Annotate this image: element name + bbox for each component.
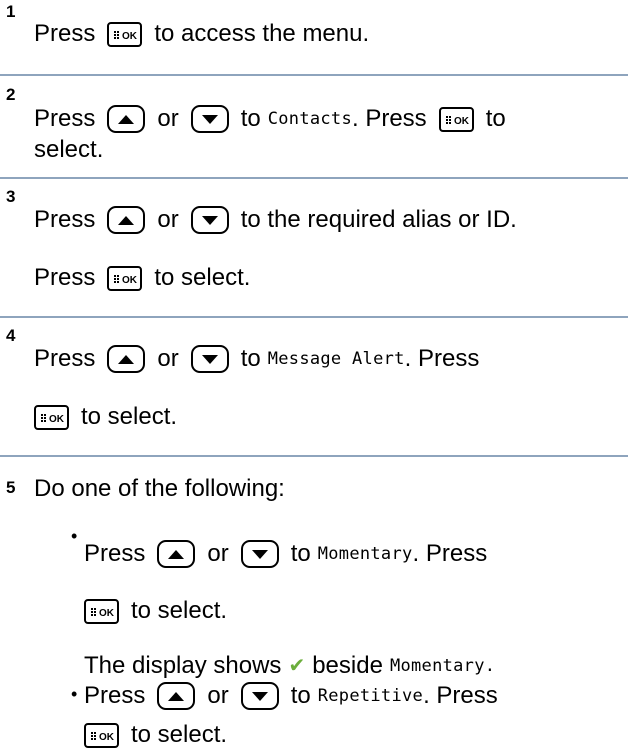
step-text: Press — [34, 264, 96, 291]
step-text: or — [157, 206, 179, 233]
bullet: • — [71, 684, 78, 704]
step-divider — [0, 177, 628, 179]
step-text: . Press — [352, 105, 427, 132]
step-text: to the required alias or ID. — [240, 206, 517, 233]
step-divider — [0, 316, 628, 318]
step-text: The display shows — [84, 652, 282, 679]
step-number: 5 — [6, 478, 16, 497]
menu-ok-key-icon: OK — [107, 265, 143, 291]
step-2-line-2: select. — [34, 135, 103, 165]
down-arrow-key-icon — [190, 105, 229, 133]
step-text: or — [157, 105, 179, 132]
step-number: 4 — [6, 326, 16, 345]
step-text: Press — [34, 105, 96, 132]
up-arrow-key-icon — [107, 105, 146, 133]
step-text: . Press — [404, 345, 480, 372]
step-text: to — [240, 345, 261, 372]
menu-ok-key-icon: OK — [34, 404, 69, 430]
step-divider — [0, 455, 628, 457]
step-text: to — [485, 105, 506, 132]
menu-ok-key-icon: OK — [84, 598, 119, 624]
step-text: to select. — [154, 264, 251, 291]
option-2-line: Press or to Repetitive . Press — [84, 681, 498, 711]
ok-label: OK — [122, 275, 138, 286]
checkmark-icon: ✔ — [288, 655, 306, 677]
step-text: Press — [34, 345, 96, 372]
down-arrow-key-icon — [190, 206, 229, 234]
option-1-display: The display shows ✔ beside Momentary. — [84, 651, 495, 681]
step-text: or — [207, 682, 229, 709]
step-divider — [0, 74, 628, 76]
step-4-line: Press or to Message Alert . Press — [34, 344, 479, 374]
step-3-line-2: Press OK to select. — [34, 263, 250, 293]
option-2-line-2: OK to select. — [84, 720, 227, 750]
step-text: to — [290, 682, 311, 709]
up-arrow-key-icon — [107, 206, 146, 234]
menu-target: Message Alert — [267, 349, 405, 369]
menu-target: Momentary. — [389, 656, 496, 676]
ok-label: OK — [99, 732, 115, 743]
step-4-line-2: OK to select. — [34, 402, 177, 432]
step-text: to — [240, 105, 261, 132]
menu-target: Contacts — [267, 109, 352, 129]
step-3-line: Press or to the required alias or ID. — [34, 205, 517, 235]
step-text: Do one of the following: — [34, 475, 285, 502]
step-text: to — [290, 540, 311, 567]
menu-ok-key-icon: OK — [84, 722, 119, 748]
step-text: or — [207, 540, 229, 567]
ok-label: OK — [49, 414, 65, 425]
up-arrow-key-icon — [107, 345, 146, 373]
step-number: 3 — [6, 187, 16, 206]
step-text: Press — [34, 20, 96, 47]
menu-target: Momentary — [317, 544, 413, 564]
down-arrow-key-icon — [240, 540, 279, 568]
down-arrow-key-icon — [190, 345, 229, 373]
option-1-line-2: OK to select. — [84, 596, 227, 626]
step-text: to select. — [81, 403, 178, 430]
bullet: • — [71, 526, 78, 546]
step-text: . Press — [412, 540, 488, 567]
up-arrow-key-icon — [157, 682, 196, 710]
menu-ok-key-icon: OK — [107, 21, 143, 47]
ok-label: OK — [122, 31, 138, 42]
step-2-line: Press or to Contacts . Press OK to — [34, 104, 506, 134]
option-1-line: Press or to Momentary . Press — [84, 539, 487, 569]
up-arrow-key-icon — [157, 540, 196, 568]
step-text: . Press — [423, 682, 498, 709]
step-text: to access the menu. — [154, 20, 370, 47]
ok-label: OK — [454, 116, 470, 127]
step-5-intro: Do one of the following: — [34, 474, 285, 504]
step-text: beside — [312, 652, 383, 679]
menu-target: Repetitive — [317, 686, 424, 706]
step-text: to select. — [131, 597, 228, 624]
step-number: 2 — [6, 85, 16, 104]
step-text: Press — [84, 682, 146, 709]
step-text: or — [157, 345, 179, 372]
menu-ok-key-icon: OK — [438, 106, 474, 132]
step-text: Press — [84, 540, 146, 567]
down-arrow-key-icon — [240, 682, 279, 710]
step-text: to select. — [131, 721, 228, 748]
step-text: select. — [34, 136, 104, 163]
step-1-line: Press OK to access the menu. — [34, 19, 369, 49]
step-number: 1 — [6, 2, 16, 21]
step-text: Press — [34, 206, 96, 233]
ok-label: OK — [99, 608, 115, 619]
